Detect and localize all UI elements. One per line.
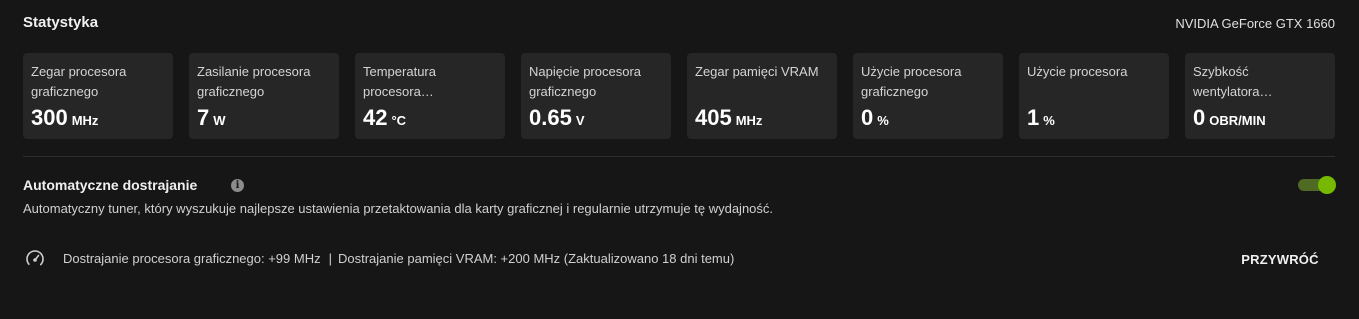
stat-value: 0.65 V <box>529 105 663 131</box>
divider <box>23 156 1335 157</box>
stat-label: Użycie procesora graficznego <box>861 64 962 99</box>
stat-unit: °C <box>391 113 407 128</box>
stat-card-fan-speed: Szybkość wentylatora… 0 OBR/MIN <box>1185 53 1335 139</box>
stat-unit: W <box>213 113 226 128</box>
gpu-name: NVIDIA GeForce GTX 1660 <box>1175 16 1335 31</box>
stat-value: 7W <box>197 105 331 131</box>
stat-label: Użycie procesora <box>1027 64 1128 79</box>
separator: | <box>328 251 332 266</box>
stat-card-gpu-power: Zasilanie procesora graficznego 7W <box>189 53 339 139</box>
stat-label: Szybkość wentylatora… <box>1193 64 1273 99</box>
stat-unit: % <box>1043 113 1055 128</box>
stat-label: Zegar procesora graficznego <box>31 64 127 99</box>
stat-number: 405 <box>695 105 732 130</box>
stat-value: 0 OBR/MIN <box>1193 105 1327 131</box>
stat-value: 0% <box>861 105 995 131</box>
gpu-tuning-offset: Dostrajanie procesora graficznego: +99 M… <box>63 251 321 266</box>
restore-button[interactable]: PRZYWRÓĆ <box>1228 244 1332 274</box>
stat-card-gpu-usage: Użycie procesora graficznego 0% <box>853 53 1003 139</box>
auto-tuning-toggle[interactable] <box>1298 176 1336 194</box>
stat-unit: V <box>575 113 585 128</box>
stat-number: 300 <box>31 105 68 130</box>
stat-value: 405 MHz <box>695 105 829 131</box>
stat-number: 0 <box>861 105 874 130</box>
stat-card-gpu-voltage: Napięcie procesora graficznego 0.65 V <box>521 53 671 139</box>
stat-card-cpu-usage: Użycie procesora 1% <box>1019 53 1169 139</box>
stat-card-vram-clock: Zegar pamięci VRAM 405 MHz <box>687 53 837 139</box>
gauge-icon <box>26 250 44 268</box>
stat-unit: MHz <box>735 113 763 128</box>
header: Statystyka NVIDIA GeForce GTX 1660 <box>23 14 1335 36</box>
stat-card-gpu-clock: Zegar procesora graficznego 300 MHz <box>23 53 173 139</box>
stat-unit: MHz <box>71 113 99 128</box>
stat-label: Temperatura procesora… <box>363 64 436 99</box>
stat-number: 1 <box>1027 105 1040 130</box>
stat-label: Napięcie procesora graficznego <box>529 64 642 99</box>
stat-unit: % <box>877 113 889 128</box>
stat-unit: OBR/MIN <box>1209 113 1266 128</box>
tuning-status: Dostrajanie procesora graficznego: +99 M… <box>63 251 734 266</box>
section-title: Statystyka <box>23 14 99 31</box>
stat-number: 0.65 <box>529 105 572 130</box>
info-icon[interactable]: i <box>231 179 244 192</box>
auto-tuning-title: Automatyczne dostrajanie <box>23 177 198 193</box>
stat-value: 42 °C <box>363 105 497 131</box>
stat-value: 1% <box>1027 105 1161 131</box>
stat-label: Zasilanie procesora graficznego <box>197 64 311 99</box>
stats-row: Zegar procesora graficznego 300 MHz Zasil… <box>23 53 1335 139</box>
stat-number: 42 <box>363 105 388 130</box>
stat-number: 0 <box>1193 105 1206 130</box>
auto-tuning-description: Automatyczny tuner, który wyszukuje najl… <box>23 201 774 216</box>
stat-card-gpu-temperature: Temperatura procesora… 42 °C <box>355 53 505 139</box>
stat-number: 7 <box>197 105 210 130</box>
stat-label: Zegar pamięci VRAM <box>695 64 819 79</box>
statistics-panel: Statystyka NVIDIA GeForce GTX 1660 Zegar… <box>0 0 1359 319</box>
vram-tuning-offset: Dostrajanie pamięci VRAM: +200 MHz (Zakt… <box>338 251 735 266</box>
stat-value: 300 MHz <box>31 105 165 131</box>
toggle-knob <box>1318 176 1336 194</box>
